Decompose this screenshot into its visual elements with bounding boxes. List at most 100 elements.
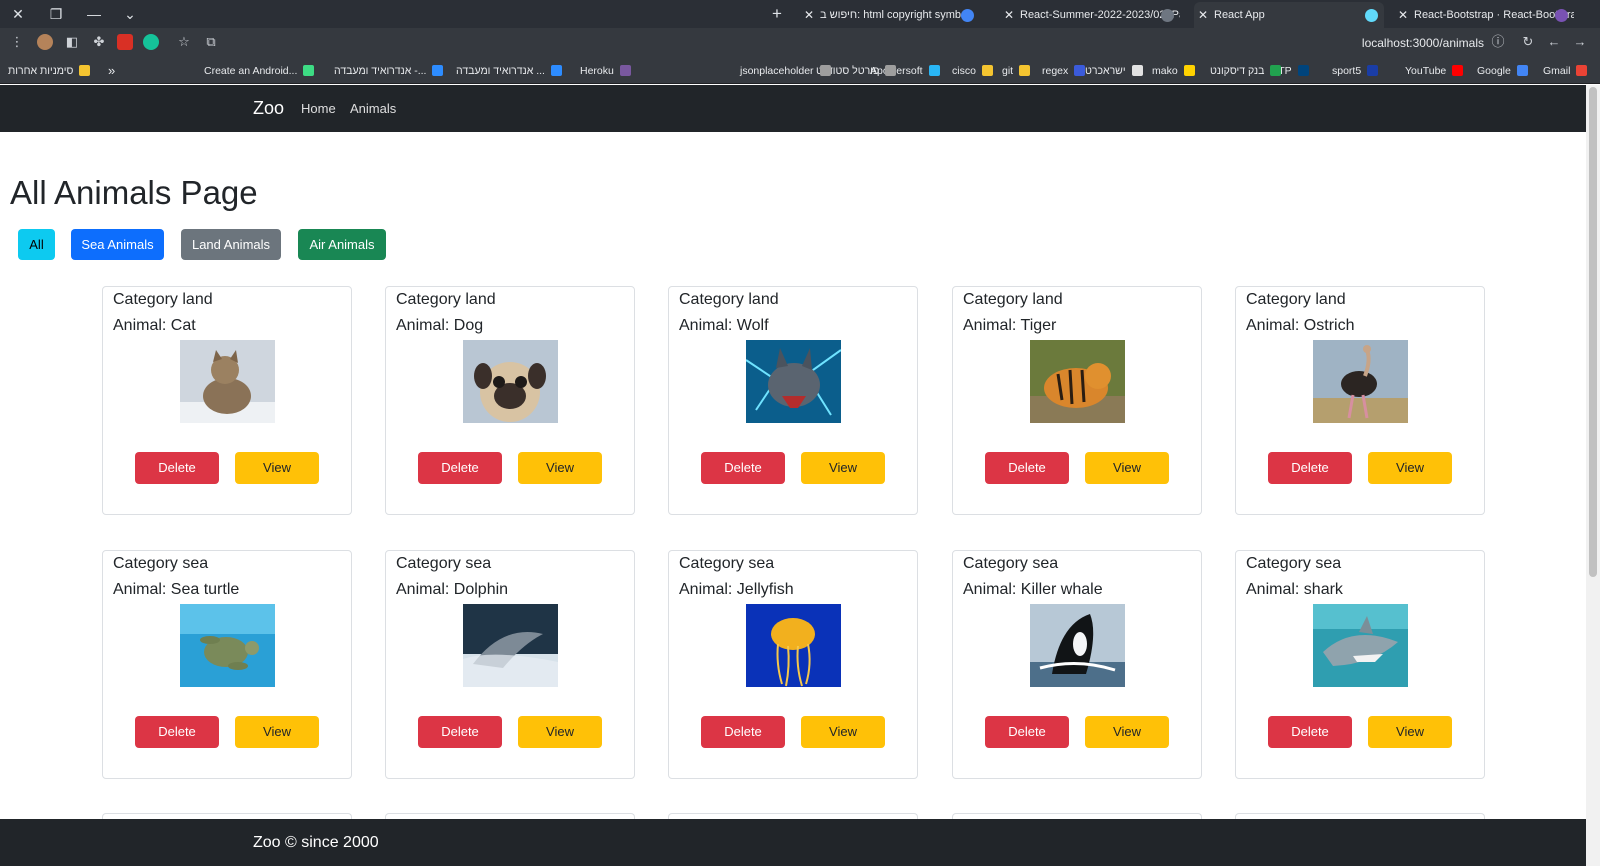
extensions-puzzle-icon[interactable]: ✤: [91, 34, 107, 50]
view-button[interactable]: View: [801, 716, 885, 748]
delete-button[interactable]: Delete: [418, 452, 502, 484]
bookmark-item[interactable]: אנדרואיד ומעבדה ...: [456, 62, 562, 80]
tab-react-bootstrap[interactable]: ✕ React-Bootstrap · React-Bootstra: [1394, 2, 1574, 28]
animal-card: Category sea Animal: shark Delete View: [1235, 550, 1485, 779]
bookmark-item[interactable]: git: [1002, 62, 1031, 80]
other-bookmarks-folder[interactable]: סימניות אחרות: [8, 62, 91, 80]
bookmark-label: git: [1002, 65, 1014, 77]
bookmark-item[interactable]: בנק דיסקונט: [1210, 62, 1282, 80]
animal-card: Category sea Animal: Jellyfish Delete View: [668, 550, 918, 779]
killer-whale-image: [1030, 604, 1125, 687]
tab-react-summer-repo[interactable]: ✕ React-Summer-2022-2023/02_Pa: [1000, 2, 1180, 28]
delete-button[interactable]: Delete: [135, 716, 219, 748]
close-window-icon[interactable]: ✕: [7, 3, 29, 25]
site-info-icon[interactable]: ⓘ: [1490, 34, 1506, 50]
tab-html-copyright-symbol[interactable]: ✕ חיפוש ב: html copyright symbol: [800, 2, 980, 28]
close-tab-icon[interactable]: ✕: [1398, 2, 1408, 28]
bookmark-item[interactable]: ישראכרט: [1085, 62, 1143, 80]
view-button[interactable]: View: [518, 452, 602, 484]
bookmark-item[interactable]: mako: [1152, 62, 1195, 80]
bookmark-item[interactable]: YouTube: [1405, 62, 1464, 80]
view-button[interactable]: View: [801, 452, 885, 484]
view-button[interactable]: View: [235, 716, 319, 748]
tab-search-icon[interactable]: ⌄: [119, 3, 141, 25]
forward-arrow-icon[interactable]: →: [1572, 34, 1588, 50]
page-title: All Animals Page: [10, 174, 258, 211]
view-button[interactable]: View: [1368, 452, 1452, 484]
extension-icon[interactable]: [117, 34, 133, 50]
delete-button[interactable]: Delete: [985, 452, 1069, 484]
bookmark-label: regex: [1042, 65, 1069, 77]
bookmark-item[interactable]: jsonplaceholder: [740, 62, 831, 80]
bookmark-item[interactable]: Create an Android...: [204, 62, 315, 80]
reload-icon[interactable]: ↻: [1520, 34, 1536, 50]
filter-sea-animals-button[interactable]: Sea Animals: [71, 229, 164, 260]
bookmark-item[interactable]: Gmail: [1543, 62, 1588, 80]
bookmark-item[interactable]: sport5: [1332, 62, 1379, 80]
bookmark-favicon-icon: [550, 65, 562, 76]
tab-react-app[interactable]: ✕ React App: [1194, 2, 1384, 28]
delete-button[interactable]: Delete: [701, 452, 785, 484]
bookmark-favicon-icon: [1452, 65, 1464, 76]
bookmark-item[interactable]: regex: [1042, 62, 1086, 80]
github-favicon-icon: [1161, 9, 1174, 22]
bookmark-item[interactable]: Google: [1477, 62, 1528, 80]
vertical-scrollbar[interactable]: [1586, 85, 1600, 866]
filter-all-button[interactable]: All: [18, 229, 55, 260]
card-category: Category sea: [679, 555, 775, 572]
tab-title: חיפוש ב: html copyright symbol: [820, 9, 970, 21]
side-panel-icon[interactable]: ◧: [64, 34, 80, 50]
navbar-brand[interactable]: Zoo: [253, 98, 284, 119]
grammarly-icon[interactable]: [143, 34, 159, 50]
bookmark-favicon-icon: [1576, 65, 1588, 76]
bookmark-favicon-icon: [1270, 65, 1282, 76]
minimize-window-icon[interactable]: —: [83, 3, 105, 25]
view-button[interactable]: View: [1368, 716, 1452, 748]
delete-button[interactable]: Delete: [1268, 716, 1352, 748]
new-tab-button[interactable]: +: [766, 3, 788, 25]
close-tab-icon[interactable]: ✕: [804, 2, 814, 28]
nav-link-animals[interactable]: Animals: [350, 101, 396, 116]
bookmark-star-icon[interactable]: ☆: [176, 34, 192, 50]
bookmark-item[interactable]: cisco: [952, 62, 993, 80]
card-animal-name: Animal: Dog: [396, 317, 484, 334]
sea-turtle-image: [180, 604, 275, 687]
close-tab-icon[interactable]: ✕: [1004, 2, 1014, 28]
bookmark-favicon-icon: [1019, 65, 1031, 76]
bookmark-label: Gmail: [1543, 65, 1571, 77]
view-button[interactable]: View: [1085, 452, 1169, 484]
delete-button[interactable]: Delete: [701, 716, 785, 748]
view-button[interactable]: View: [1085, 716, 1169, 748]
filter-land-animals-button[interactable]: Land Animals: [181, 229, 281, 260]
share-icon[interactable]: ⧉: [203, 34, 219, 50]
bookmark-label: sport5: [1332, 65, 1362, 77]
bookmark-item[interactable]: אנדרואיד ומעבדה -...: [334, 62, 444, 80]
delete-button[interactable]: Delete: [418, 716, 502, 748]
delete-button[interactable]: Delete: [135, 452, 219, 484]
view-button[interactable]: View: [235, 452, 319, 484]
scrollbar-thumb[interactable]: [1589, 87, 1597, 577]
card-animal-name: Animal: Killer whale: [963, 581, 1103, 598]
view-button[interactable]: View: [518, 716, 602, 748]
profile-avatar[interactable]: [37, 34, 53, 50]
browser-toolbar: ⋮ ◧ ✤ ☆ ⧉ localhost:3000/animals ⓘ ↻ ← →: [0, 28, 1600, 58]
animal-card: Category land Animal: Dog Delete View: [385, 286, 635, 515]
bookmark-label: בנק דיסקונט: [1210, 65, 1265, 77]
bookmark-favicon-icon: [1516, 65, 1528, 76]
back-arrow-icon[interactable]: ←: [1546, 34, 1562, 50]
delete-button[interactable]: Delete: [985, 716, 1069, 748]
bookmark-label: Google: [1477, 65, 1511, 77]
animal-card: Category land Animal: Cat Delete View: [102, 286, 352, 515]
restore-window-icon[interactable]: ❐: [45, 3, 67, 25]
browser-tab-strip: ✕ ❐ — ⌄ + ✕ חיפוש ב: html copyright symb…: [0, 0, 1600, 28]
address-bar[interactable]: localhost:3000/animals: [1270, 32, 1510, 54]
menu-kebab-icon[interactable]: ⋮: [9, 34, 25, 50]
delete-button[interactable]: Delete: [1268, 452, 1352, 484]
close-tab-icon[interactable]: ✕: [1198, 2, 1208, 28]
bookmark-item[interactable]: Heroku: [580, 62, 631, 80]
tiger-image: [1030, 340, 1125, 423]
bookmarks-overflow-button[interactable]: »: [108, 62, 115, 80]
filter-air-animals-button[interactable]: Air Animals: [298, 229, 386, 260]
bookmark-favicon-icon: [432, 65, 444, 76]
nav-link-home[interactable]: Home: [301, 101, 336, 116]
